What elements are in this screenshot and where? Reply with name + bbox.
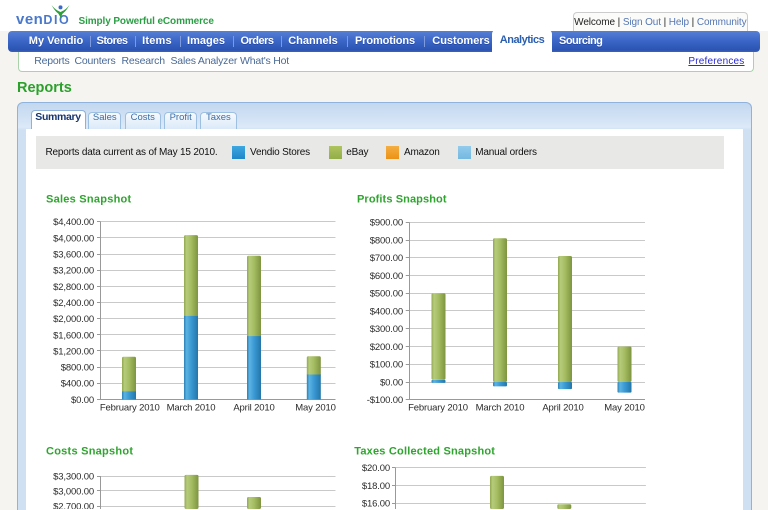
svg-text:$3,200.00: $3,200.00 [53,266,94,277]
svg-text:March 2010: March 2010 [167,403,216,414]
svg-text:$400.00: $400.00 [61,379,94,390]
svg-text:$2,700.00: $2,700.00 [53,501,94,509]
svg-text:$800.00: $800.00 [61,363,94,374]
svg-text:$18.00: $18.00 [362,481,390,492]
svg-text:February 2010: February 2010 [408,403,468,414]
svg-text:$0.00: $0.00 [71,395,94,406]
svg-text:February 2010: February 2010 [100,403,160,414]
svg-text:-$100.00: -$100.00 [367,395,403,406]
svg-text:$600.00: $600.00 [370,271,403,282]
svg-text:$2,800.00: $2,800.00 [53,282,94,293]
svg-text:$900.00: $900.00 [370,218,403,229]
svg-text:$0.00: $0.00 [380,377,403,388]
svg-text:$100.00: $100.00 [370,360,403,371]
svg-text:$300.00: $300.00 [370,324,403,335]
svg-text:April 2010: April 2010 [233,403,274,414]
svg-text:Profits Snapshot: Profits Snapshot [357,194,447,206]
svg-text:$500.00: $500.00 [370,289,403,300]
svg-text:Taxes Collected Snapshot: Taxes Collected Snapshot [354,446,495,458]
svg-text:$400.00: $400.00 [370,306,403,317]
svg-text:$2,000.00: $2,000.00 [53,314,94,325]
svg-text:May 2010: May 2010 [295,403,336,414]
svg-text:$1,600.00: $1,600.00 [53,330,94,341]
svg-text:April 2010: April 2010 [542,403,583,414]
svg-text:$2,400.00: $2,400.00 [53,298,94,309]
svg-text:$3,300.00: $3,300.00 [53,471,94,482]
svg-text:Costs Snapshot: Costs Snapshot [46,446,133,458]
svg-text:$1,200.00: $1,200.00 [53,346,94,357]
svg-text:Sales Snapshot: Sales Snapshot [46,194,132,206]
svg-text:March 2010: March 2010 [476,403,525,414]
svg-text:May 2010: May 2010 [604,403,645,414]
svg-text:$3,600.00: $3,600.00 [53,250,94,261]
svg-text:$4,400.00: $4,400.00 [53,217,94,228]
svg-text:$3,000.00: $3,000.00 [53,486,94,497]
svg-text:$200.00: $200.00 [370,342,403,353]
svg-text:$4,000.00: $4,000.00 [53,233,94,244]
svg-text:$800.00: $800.00 [370,235,403,246]
svg-text:$700.00: $700.00 [370,253,403,264]
svg-text:$16.00: $16.00 [362,499,390,509]
svg-text:$20.00: $20.00 [362,463,390,474]
